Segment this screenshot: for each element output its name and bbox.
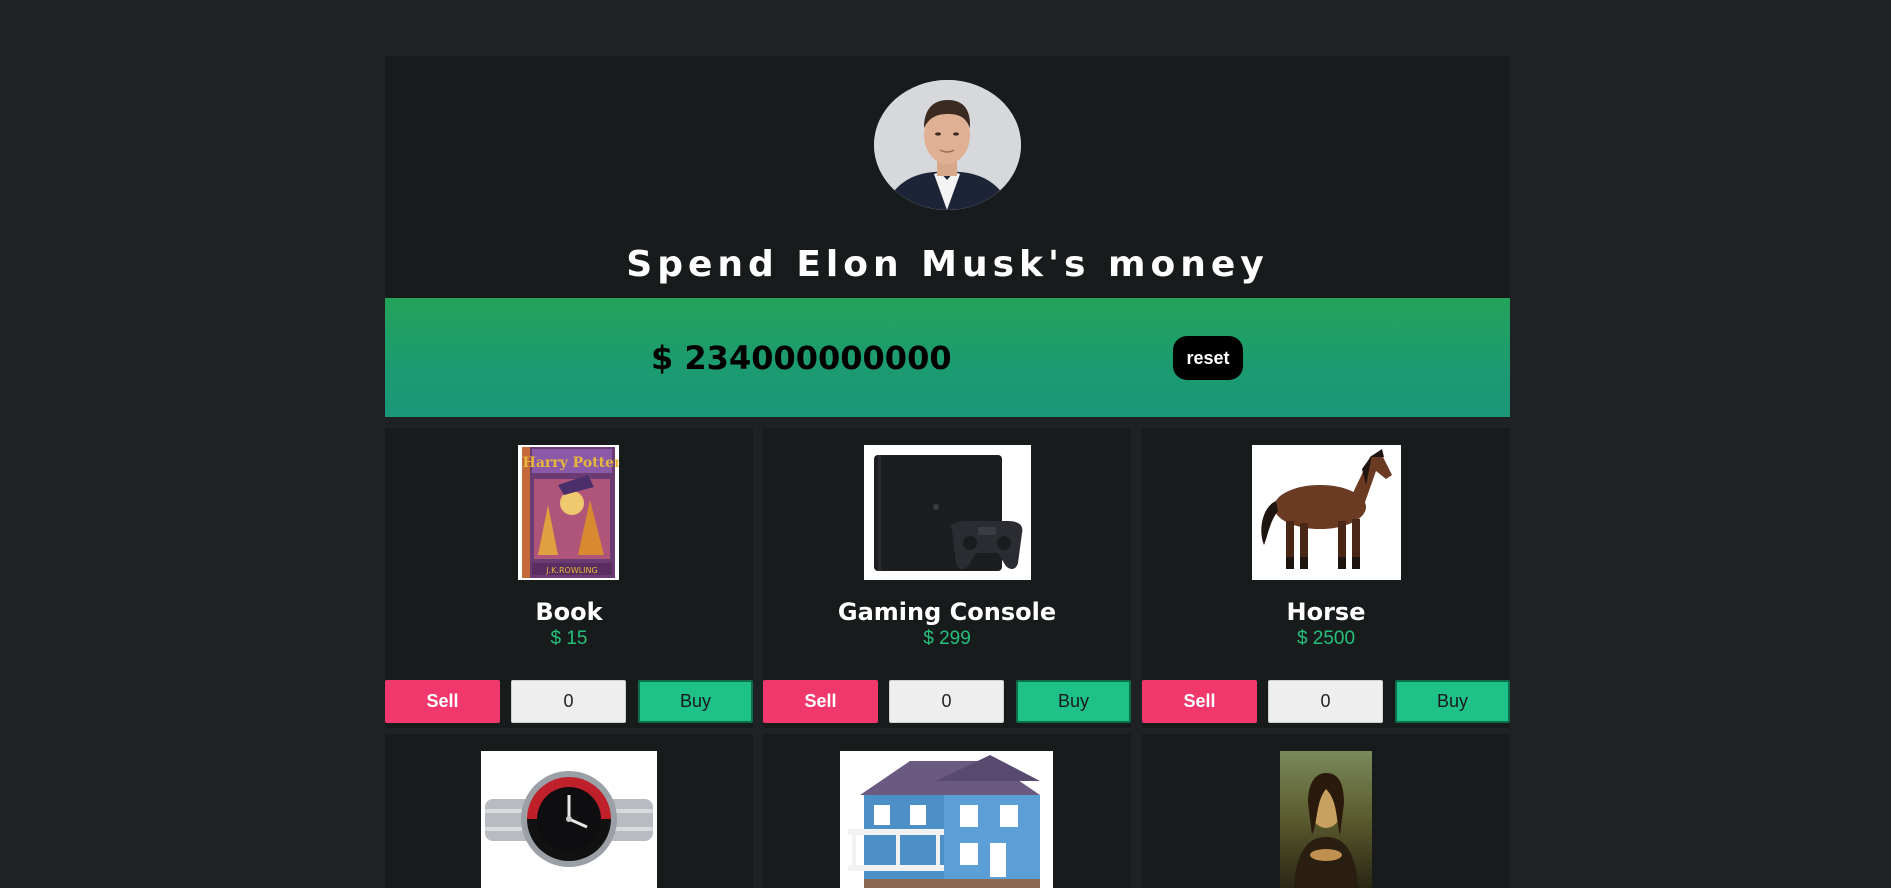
page-title: Spend Elon Musk's money [626,244,1269,285]
product-card-house [763,734,1131,888]
product-card-gaming-console: Gaming Console $ 299 Sell Buy [763,428,1131,728]
product-card-horse: Horse $ 2500 Sell Buy [1142,428,1510,728]
balance-amount: $ 234000000000 [651,339,952,377]
buy-button[interactable]: Buy [1016,680,1131,723]
buy-button[interactable]: Buy [638,680,753,723]
painting-image [1280,751,1372,888]
blue-house-icon [840,751,1053,888]
product-name: Horse [1286,598,1366,626]
elon-avatar [874,80,1021,210]
elon-portrait-icon [874,80,1021,210]
playstation-console-icon [864,445,1031,580]
balance-bar: $ 234000000000 reset [385,298,1510,417]
horse-image [1252,445,1401,580]
product-card-book: Harry Potter J.K.ROWLING Book $ 15 Sell … [385,428,753,728]
product-name: Gaming Console [837,598,1057,626]
product-name: Book [535,598,603,626]
sell-button[interactable]: Sell [763,680,878,723]
app-container: Spend Elon Musk's money $ 234000000000 r… [385,56,1510,888]
mona-lisa-icon [1280,751,1372,888]
horse-icon [1252,445,1401,580]
book-image: Harry Potter J.K.ROWLING [518,445,619,580]
product-price: $ 15 [550,628,588,649]
sell-button[interactable]: Sell [1142,680,1257,723]
product-price: $ 299 [923,628,971,649]
console-image [864,445,1031,580]
quantity-input[interactable] [1268,680,1383,723]
sell-button[interactable]: Sell [385,680,500,723]
quantity-input[interactable] [511,680,626,723]
header: Spend Elon Musk's money [385,56,1510,298]
reset-button[interactable]: reset [1173,336,1243,380]
product-card-painting [1142,734,1510,888]
watch-image [481,751,657,888]
house-image [840,751,1053,888]
svg-text:J.K.ROWLING: J.K.ROWLING [545,566,597,575]
svg-text:Harry Potter: Harry Potter [523,455,619,471]
rolex-watch-icon [481,751,657,888]
quantity-input[interactable] [889,680,1004,723]
product-card-watch [385,734,753,888]
product-price: $ 2500 [1296,628,1356,649]
buy-button[interactable]: Buy [1395,680,1510,723]
harry-potter-book-icon: Harry Potter J.K.ROWLING [518,445,619,580]
